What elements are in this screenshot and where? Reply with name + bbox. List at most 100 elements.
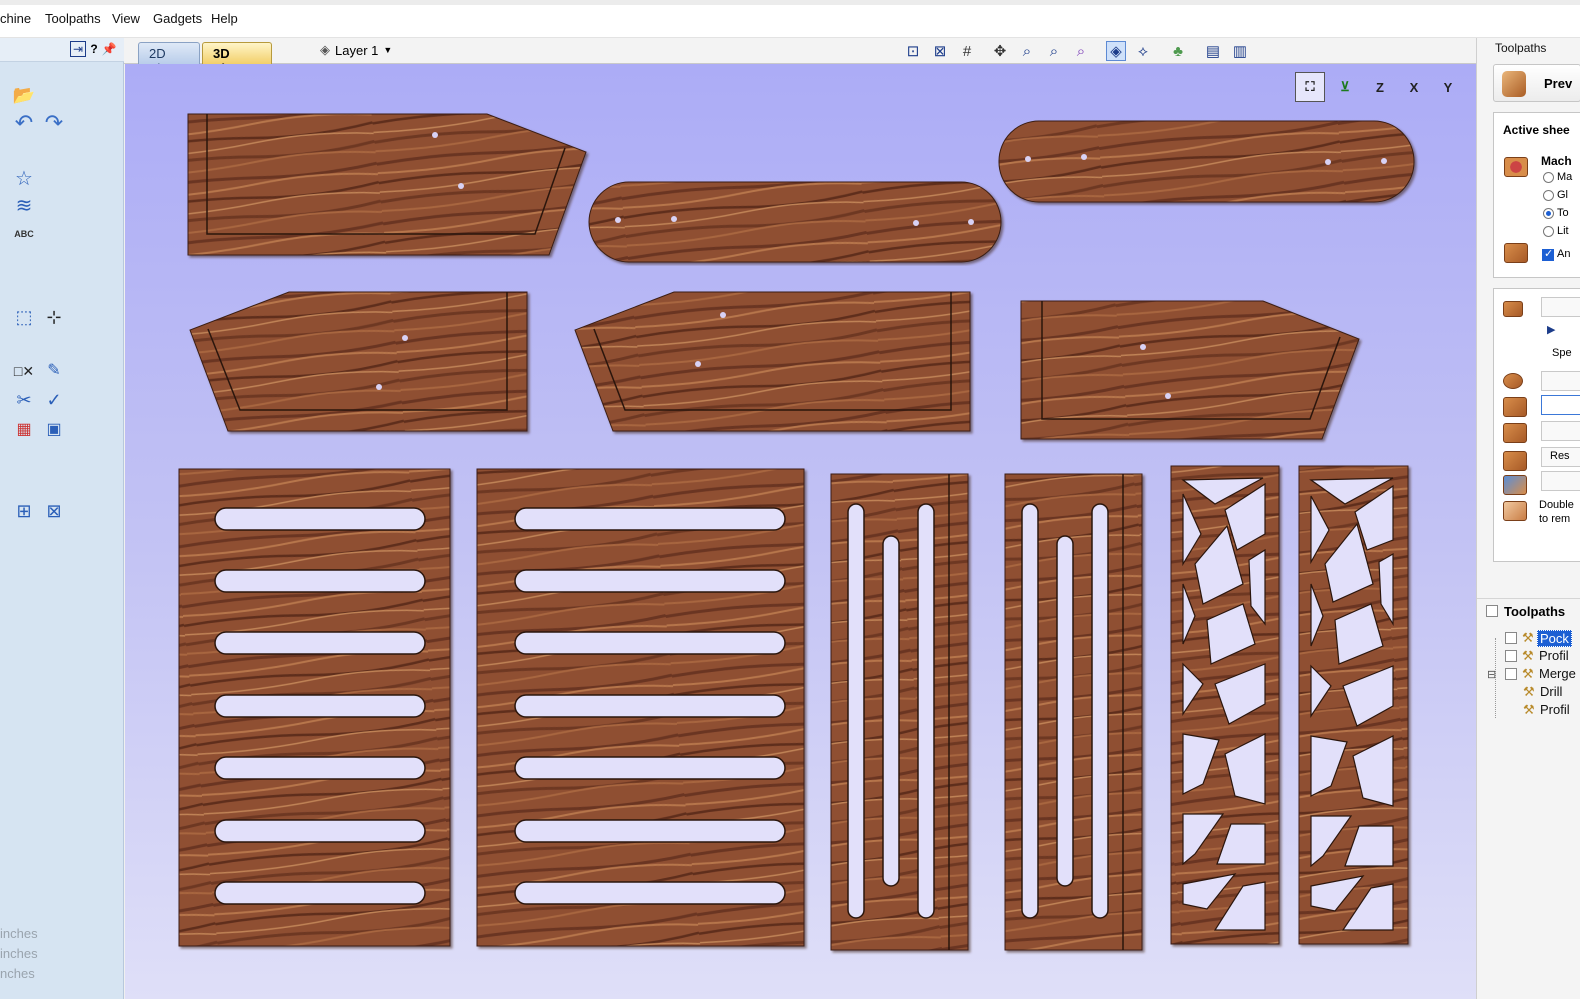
vertical-slot-panel-right[interactable] <box>1004 473 1143 951</box>
zoom-in-icon[interactable]: ⌕ <box>1017 41 1037 61</box>
option-radio-1[interactable] <box>1543 172 1554 183</box>
open-folder-icon[interactable]: 📂 <box>12 84 36 106</box>
toolpath-item-1[interactable]: Pock <box>1537 630 1572 647</box>
star-icon[interactable]: ☆ <box>12 168 36 190</box>
toolpath-item-5[interactable]: Profil <box>1540 702 1570 717</box>
lattice-panel-right[interactable] <box>1298 465 1409 945</box>
toolpath-field-4[interactable] <box>1541 421 1580 441</box>
draw-icon[interactable]: ✎ <box>42 360 66 382</box>
toolpath-field-2[interactable] <box>1541 371 1580 391</box>
option-radio-2[interactable] <box>1543 190 1554 201</box>
slotted-panel-right[interactable] <box>476 468 805 947</box>
toolpaths-visible-checkbox[interactable] <box>1486 605 1498 617</box>
layer-label: Layer 1 <box>335 42 379 58</box>
part-top-middle[interactable] <box>588 181 1002 263</box>
array-icon[interactable]: ⊞ <box>12 500 36 522</box>
split-vertical-icon[interactable]: ▥ <box>1230 41 1250 61</box>
part-middle-right[interactable] <box>1020 300 1360 440</box>
machine-icon <box>1504 157 1528 177</box>
undo-icon[interactable]: ↶ <box>12 112 36 134</box>
machine-label: Mach <box>1541 154 1572 168</box>
3d-viewport[interactable]: ⛶ ⊻ Z X Y <box>125 64 1476 999</box>
transform-icon[interactable]: ⊹ <box>42 306 66 328</box>
option-radio-3[interactable] <box>1543 208 1554 219</box>
node-edit-icon[interactable]: ⬚ <box>12 306 36 328</box>
view-side-button[interactable]: Y <box>1433 72 1463 102</box>
snap-icon[interactable]: ◈ <box>1106 41 1126 61</box>
zoom-box-icon[interactable]: ⊠ <box>930 41 950 61</box>
menu-toolpaths[interactable]: Toolpaths <box>45 11 101 26</box>
split-horizontal-icon[interactable]: ▤ <box>1203 41 1223 61</box>
view-top-button[interactable]: Z <box>1365 72 1395 102</box>
material-icon <box>1504 243 1528 263</box>
part-middle-center[interactable] <box>574 291 971 432</box>
hint-line-2: to rem <box>1539 513 1571 525</box>
reset-button[interactable]: Res <box>1541 447 1580 467</box>
toolpath-field-5[interactable] <box>1541 471 1580 491</box>
app-window: chine Toolpaths View Gadgets Help ⇥ ? 📌 … <box>0 0 1580 999</box>
zoom-extents-icon[interactable]: ⊡ <box>903 41 923 61</box>
tab-3d-view[interactable]: 3D View <box>202 42 272 76</box>
slotted-panel-left[interactable] <box>178 468 451 947</box>
part-top-right[interactable] <box>998 120 1415 203</box>
active-sheet-group: Active shee Mach Ma Gl To Lit An <box>1493 112 1580 278</box>
toolpath-item-3[interactable]: Merge <box>1539 666 1576 681</box>
play-icon[interactable]: ▶ <box>1547 323 1555 336</box>
part-middle-left[interactable] <box>189 291 528 432</box>
text-abc-icon[interactable]: ABC <box>12 224 36 244</box>
option-label-2: Gl <box>1557 189 1568 201</box>
chart-edit-icon[interactable]: ▦ <box>12 419 36 441</box>
zoom-out-icon[interactable]: ⌕ <box>1044 41 1064 61</box>
toolpaths-list-title: Toolpaths <box>1504 604 1566 619</box>
unit-label-2: inches <box>0 946 38 961</box>
lattice-panel-left[interactable] <box>1170 465 1280 945</box>
trim-icon[interactable]: ✓ <box>42 389 66 411</box>
zoom-fit-icon[interactable]: ⌕ <box>1071 41 1091 61</box>
pan-icon[interactable]: ✥ <box>990 41 1010 61</box>
axis-iso-icon: ⊻ <box>1340 79 1350 94</box>
layer-icon: ◈ <box>320 42 330 57</box>
help-icon[interactable]: ? <box>88 41 100 57</box>
spiral-icon[interactable]: ≋ <box>12 195 36 217</box>
render-icon[interactable]: ♣ <box>1168 41 1188 61</box>
option-radio-4[interactable] <box>1543 226 1554 237</box>
nesting-icon[interactable]: ⊠ <box>42 500 66 522</box>
toolpath-field-1[interactable] <box>1541 297 1580 317</box>
layer-selector[interactable]: ◈ Layer 1 ▼ <box>320 42 392 58</box>
panel-title: Toolpaths <box>1495 41 1547 55</box>
menu-machine[interactable]: chine <box>0 11 31 26</box>
auto-hide-icon[interactable]: ⇥ <box>70 41 86 57</box>
toolpath-checkbox-3[interactable] <box>1505 668 1517 680</box>
toolpath-checkbox-2[interactable] <box>1505 650 1517 662</box>
redo-icon[interactable]: ↷ <box>42 112 66 134</box>
scissors-icon[interactable]: ✂ <box>12 389 36 411</box>
tab-2d-view[interactable]: 2D View <box>138 42 200 76</box>
zoom-extents-button[interactable]: ⛶ <box>1295 72 1325 102</box>
frame-icon: ⛶ <box>1305 79 1315 94</box>
toolpath-item-2[interactable]: Profil <box>1539 648 1569 663</box>
toolpath-checkbox-1[interactable] <box>1505 632 1517 644</box>
part-top-left[interactable] <box>187 113 587 256</box>
checkbox-label: An <box>1557 248 1571 260</box>
view-iso-button[interactable]: ⊻ <box>1331 72 1359 102</box>
menu-help[interactable]: Help <box>211 11 238 26</box>
view-front-button[interactable]: X <box>1399 72 1429 102</box>
preview-button[interactable]: Prev <box>1493 64 1580 102</box>
option-checkbox[interactable] <box>1542 247 1554 261</box>
chevron-down-icon: ▼ <box>383 45 393 55</box>
toolpath-item-4[interactable]: Drill <box>1540 684 1562 699</box>
image-icon[interactable]: ▣ <box>42 419 66 441</box>
view-tab-strip: 2D View 3D View ◈ Layer 1 ▼ ⊡ ⊠ # ✥ ⌕ ⌕ … <box>124 38 1476 76</box>
vertical-slot-panel-left[interactable] <box>830 473 969 951</box>
menu-view[interactable]: View <box>112 11 140 26</box>
toolpath-field-3[interactable] <box>1541 395 1580 415</box>
option-label-3: To <box>1557 207 1569 219</box>
menu-gadgets[interactable]: Gadgets <box>153 11 202 26</box>
reset-label: Res <box>1550 450 1570 462</box>
expand-toggle-icon[interactable]: ⊟ <box>1487 668 1496 681</box>
grid-icon[interactable]: # <box>957 41 977 61</box>
option-label-4: Lit <box>1557 225 1569 237</box>
boolean-icon[interactable]: □✕ <box>12 360 36 382</box>
pin-icon[interactable]: 📌 <box>102 41 117 57</box>
snap-lines-icon[interactable]: ⟡ <box>1133 41 1153 61</box>
